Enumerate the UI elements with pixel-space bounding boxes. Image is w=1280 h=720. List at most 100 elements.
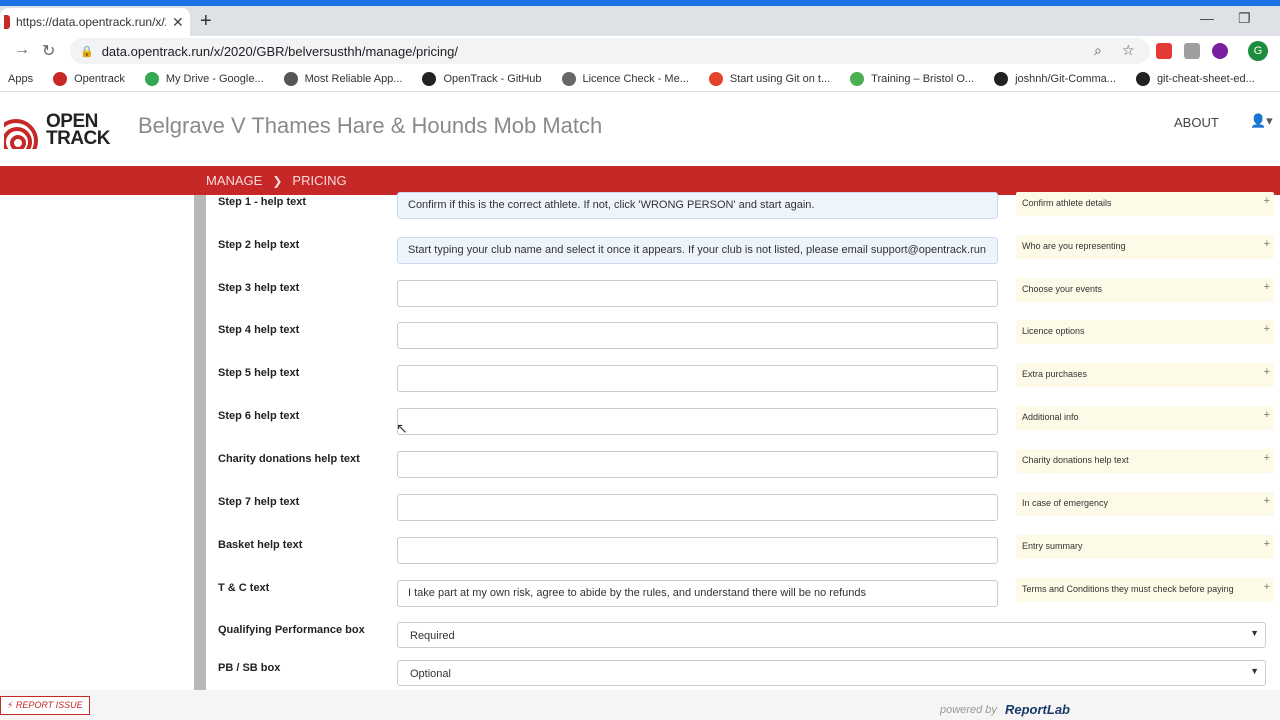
- zoom-icon[interactable]: ⌕: [1094, 42, 1102, 59]
- step-hint-panel[interactable]: Licence options +: [1016, 320, 1274, 344]
- chevron-down-icon: ▼: [1250, 666, 1259, 676]
- hint-text: Extra purchases: [1022, 369, 1088, 379]
- step-hint-panel[interactable]: Choose your events +: [1016, 278, 1274, 302]
- app-header: OPEN TRACK Belgrave V Thames Hare & Houn…: [0, 93, 1280, 161]
- about-link[interactable]: ABOUT: [1174, 115, 1219, 130]
- bookmark-label: Most Reliable App...: [304, 72, 403, 85]
- bookmark-item[interactable]: Apps: [8, 73, 33, 85]
- bookmark-label: joshnh/Git-Comma...: [1015, 72, 1116, 85]
- hint-text: Entry summary: [1022, 541, 1083, 551]
- new-tab-icon[interactable]: +: [200, 10, 212, 33]
- help-text-input[interactable]: [397, 322, 998, 349]
- field-label: T & C text: [218, 582, 270, 594]
- step-hint-panel[interactable]: Who are you representing +: [1016, 235, 1274, 259]
- omnibox[interactable]: 🔒 data.opentrack.run/x/2020/GBR/belversu…: [70, 38, 1150, 64]
- option-select[interactable]: Required ▼: [397, 622, 1266, 648]
- help-text-input[interactable]: [397, 494, 998, 521]
- bookmark-item[interactable]: My Drive - Google...: [144, 71, 264, 86]
- github-icon: [1135, 71, 1150, 86]
- breadcrumb: MANAGE ❯ PRICING: [0, 166, 1280, 195]
- expand-plus-icon[interactable]: +: [1264, 538, 1270, 550]
- bookmarks-bar: Apps Opentrack My Drive - Google... Most Re…: [0, 66, 1280, 92]
- bookmark-label: Start using Git on t...: [729, 72, 831, 85]
- page-title: Belgrave V Thames Hare & Hounds Mob Matc…: [138, 113, 603, 138]
- step-hint-panel[interactable]: Extra purchases +: [1016, 363, 1274, 387]
- pocket-extension-icon[interactable]: [1156, 43, 1172, 59]
- bookmark-item[interactable]: Most Reliable App...: [283, 71, 403, 86]
- close-tab-icon[interactable]: ✕: [172, 14, 184, 31]
- field-label: Step 4 help text: [218, 324, 300, 336]
- bookmark-item[interactable]: git-cheat-sheet-ed...: [1135, 71, 1255, 86]
- option-select[interactable]: Optional ▼: [397, 660, 1266, 686]
- help-text-input[interactable]: [397, 365, 998, 392]
- bookmark-label: Licence Check - Me...: [582, 72, 689, 85]
- help-text-input[interactable]: I take part at my own risk, agree to abi…: [397, 580, 998, 607]
- reportlab-logo[interactable]: ReportLab: [1005, 702, 1070, 717]
- field-label: Step 7 help text: [218, 496, 300, 508]
- form-row: T & C text I take part at my own risk, ag…: [0, 578, 1280, 625]
- profile-avatar[interactable]: G: [1248, 41, 1268, 61]
- expand-plus-icon[interactable]: +: [1264, 452, 1270, 464]
- back-icon[interactable]: →: [14, 41, 30, 59]
- reload-icon[interactable]: ↻: [42, 41, 55, 61]
- field-label: Step 6 help text: [218, 410, 300, 422]
- field-label: Step 3 help text: [218, 282, 300, 294]
- hint-text: Licence options: [1022, 326, 1085, 336]
- expand-plus-icon[interactable]: +: [1264, 366, 1270, 378]
- breadcrumb-manage[interactable]: MANAGE: [206, 173, 262, 188]
- step-hint-panel[interactable]: Terms and Conditions they must check bef…: [1016, 578, 1274, 602]
- hint-text: Terms and Conditions they must check bef…: [1022, 584, 1234, 594]
- field-label: Step 2 help text: [218, 239, 300, 251]
- browser-tab[interactable]: https://data.opentrack.run/x/202 ✕: [0, 8, 190, 36]
- expand-plus-icon[interactable]: +: [1264, 409, 1270, 421]
- expand-plus-icon[interactable]: +: [1264, 323, 1270, 335]
- help-text-input[interactable]: [397, 451, 998, 478]
- globe-icon: [561, 71, 576, 86]
- step-hint-panel[interactable]: Confirm athlete details +: [1016, 192, 1274, 216]
- chrome-extension-icon[interactable]: [1212, 43, 1228, 59]
- user-menu-icon[interactable]: 👤▾: [1250, 113, 1273, 129]
- hint-text: Confirm athlete details: [1022, 198, 1112, 208]
- grammarly-extension-icon[interactable]: [1184, 43, 1200, 59]
- bookmark-item[interactable]: joshnh/Git-Comma...: [994, 71, 1116, 86]
- field-label: Qualifying Performance box: [218, 624, 365, 636]
- bookmark-item[interactable]: Opentrack: [53, 71, 125, 86]
- github-icon: [994, 71, 1009, 86]
- chevron-down-icon: ▼: [1250, 628, 1259, 638]
- expand-plus-icon[interactable]: +: [1264, 495, 1270, 507]
- help-text-input[interactable]: Start typing your club name and select i…: [397, 237, 998, 264]
- help-text-input[interactable]: [397, 408, 998, 435]
- maximize-icon[interactable]: ❐: [1238, 10, 1251, 27]
- hint-text: Charity donations help text: [1022, 455, 1129, 465]
- training-icon: [850, 71, 865, 86]
- report-issue-button[interactable]: ⚡ REPORT ISSUE: [0, 696, 90, 715]
- help-text-input[interactable]: Confirm if this is the correct athlete. …: [397, 192, 998, 219]
- bookmark-label: Apps: [8, 72, 34, 85]
- opentrack-logo[interactable]: OPEN TRACK: [4, 111, 111, 149]
- expand-plus-icon[interactable]: +: [1264, 281, 1270, 293]
- step-hint-panel[interactable]: Additional info +: [1016, 406, 1274, 430]
- step-hint-panel[interactable]: In case of emergency +: [1016, 492, 1274, 516]
- help-text-input[interactable]: [397, 537, 998, 564]
- expand-plus-icon[interactable]: +: [1264, 581, 1270, 593]
- bookmark-item[interactable]: Licence Check - Me...: [561, 71, 689, 86]
- form-row: Step 6 help text Additional info +: [0, 406, 1280, 453]
- bookmark-item[interactable]: Training – Bristol O...: [850, 71, 974, 86]
- bookmark-label: git-cheat-sheet-ed...: [1156, 72, 1255, 85]
- opentrack-favicon-icon: [4, 15, 10, 29]
- expand-plus-icon[interactable]: +: [1264, 238, 1270, 250]
- bookmark-item[interactable]: OpenTrack - GitHub: [422, 71, 542, 86]
- expand-plus-icon[interactable]: +: [1264, 195, 1270, 207]
- breadcrumb-pricing[interactable]: PRICING: [292, 173, 346, 188]
- hint-text: Choose your events: [1022, 284, 1103, 294]
- step-hint-panel[interactable]: Charity donations help text +: [1016, 449, 1274, 473]
- help-text-input[interactable]: [397, 280, 998, 307]
- form-row: Step 1 - help text Confirm if this is the…: [0, 192, 1280, 239]
- bookmark-star-icon[interactable]: ☆: [1122, 42, 1135, 59]
- bookmark-item[interactable]: Start using Git on t...: [708, 71, 831, 86]
- form-row: Basket help text Entry summary +: [0, 535, 1280, 582]
- step-hint-panel[interactable]: Entry summary +: [1016, 535, 1274, 559]
- app-icon: [283, 71, 298, 86]
- minimize-icon[interactable]: —: [1200, 10, 1214, 26]
- form-row: Step 4 help text Licence options +: [0, 320, 1280, 367]
